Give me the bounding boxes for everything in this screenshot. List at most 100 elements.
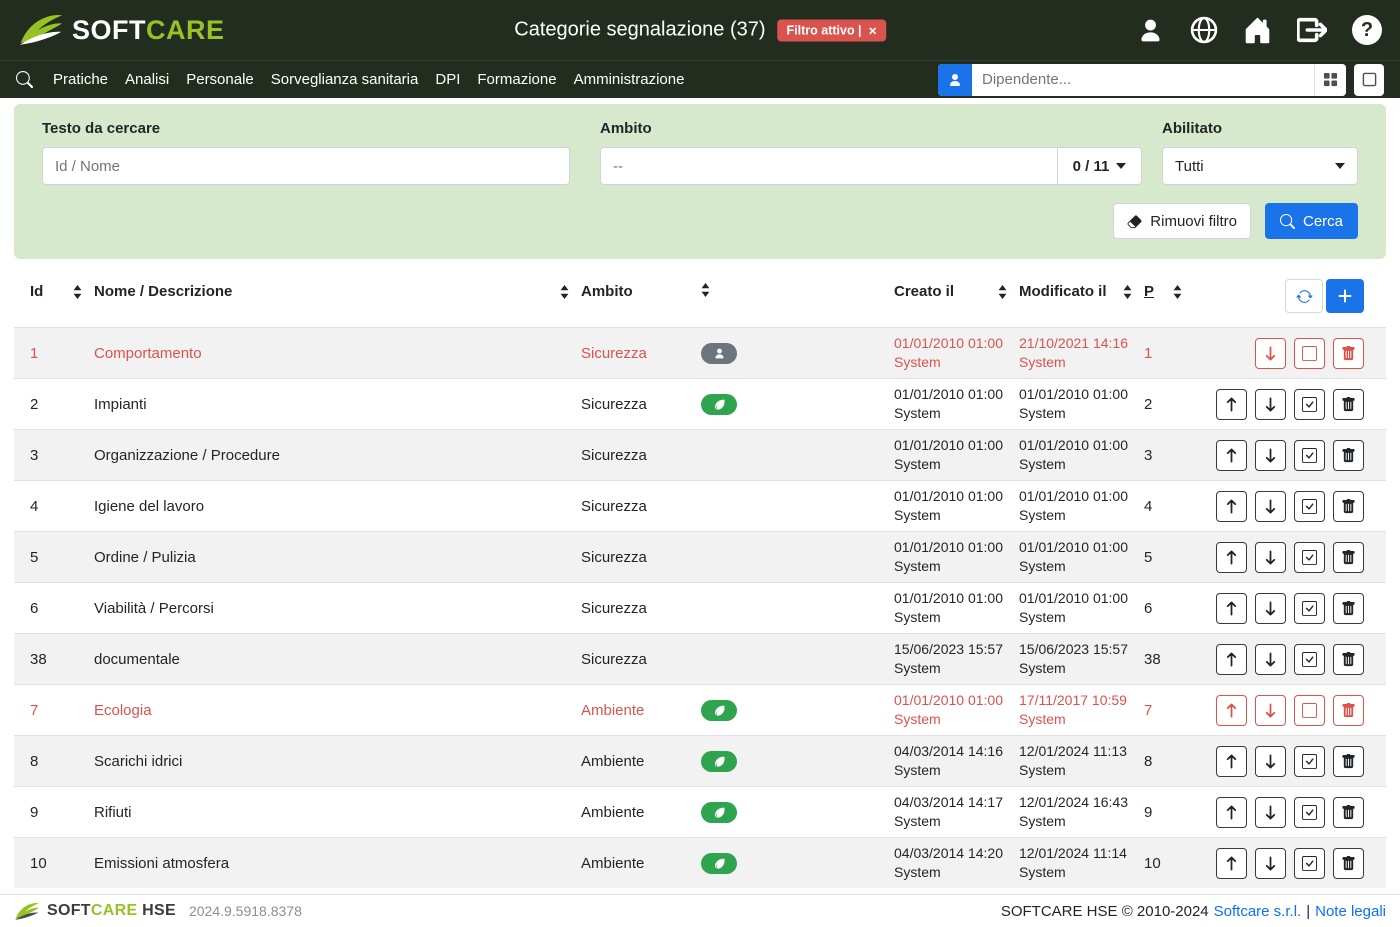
enabled-checkbox-button[interactable] [1294, 644, 1325, 675]
move-down-button[interactable] [1255, 746, 1286, 777]
modified-date: 01/01/2010 01:00 [1019, 538, 1132, 557]
enabled-checkbox-button[interactable] [1294, 746, 1325, 777]
move-down-button[interactable] [1255, 848, 1286, 879]
delete-button[interactable] [1333, 848, 1364, 879]
delete-button[interactable] [1333, 746, 1364, 777]
nav-item-analisi[interactable]: Analisi [125, 71, 169, 88]
language-icon[interactable] [1190, 16, 1218, 44]
row-name[interactable]: Ecologia [92, 685, 579, 736]
move-up-button[interactable] [1216, 797, 1247, 828]
company-link[interactable]: Softcare s.r.l. [1214, 903, 1302, 920]
logout-icon[interactable] [1297, 15, 1327, 45]
help-icon[interactable]: ? [1352, 15, 1382, 45]
legal-link[interactable]: Note legali [1315, 903, 1386, 920]
row-name[interactable]: Comportamento [92, 328, 579, 379]
enabled-checkbox-button[interactable] [1294, 797, 1325, 828]
sort-icon[interactable] [701, 283, 710, 297]
ambito-count-dropdown[interactable]: 0 / 11 [1058, 147, 1142, 185]
enabled-checkbox-button[interactable] [1294, 491, 1325, 522]
delete-button[interactable] [1333, 440, 1364, 471]
move-down-button[interactable] [1255, 695, 1286, 726]
row-name[interactable]: Rifiuti [92, 787, 579, 838]
filter-text-input[interactable] [42, 147, 570, 185]
filter-active-badge: Filtro attivo | × [778, 19, 886, 41]
enabled-checkbox-button[interactable] [1294, 389, 1325, 420]
table-header-row: Id Nome / Descrizione Ambito Creato il M… [14, 271, 1386, 328]
nav-item-dpi[interactable]: DPI [435, 71, 460, 88]
row-name[interactable]: Impianti [92, 379, 579, 430]
enabled-checkbox-button[interactable] [1294, 542, 1325, 573]
grid-view-button[interactable] [1314, 64, 1346, 96]
sort-icon[interactable] [998, 285, 1007, 299]
move-up-button[interactable] [1216, 593, 1247, 624]
delete-button[interactable] [1333, 695, 1364, 726]
delete-button[interactable] [1333, 797, 1364, 828]
enabled-checkbox-button[interactable] [1294, 338, 1325, 369]
employee-lookup-button[interactable] [938, 64, 972, 96]
ambito-select[interactable]: -- [600, 147, 1058, 185]
nav-item-sorveglianza-sanitaria[interactable]: Sorveglianza sanitaria [271, 71, 419, 88]
move-down-button[interactable] [1255, 491, 1286, 522]
filter-badge-close-icon[interactable]: × [869, 23, 877, 37]
move-down-button[interactable] [1255, 644, 1286, 675]
refresh-button[interactable] [1285, 279, 1323, 313]
move-up-button[interactable] [1216, 389, 1247, 420]
move-up-button[interactable] [1216, 644, 1247, 675]
sort-icon[interactable] [73, 285, 82, 299]
row-actions-cell [1192, 736, 1386, 787]
move-down-button[interactable] [1255, 440, 1286, 471]
abilitato-select[interactable]: Tutti [1162, 147, 1358, 185]
remove-filter-label: Rimuovi filtro [1150, 213, 1237, 230]
move-up-button[interactable] [1216, 491, 1247, 522]
sort-icon[interactable] [1173, 285, 1182, 299]
window-toggle-button[interactable] [1354, 64, 1384, 96]
row-name[interactable]: documentale [92, 634, 579, 685]
delete-button[interactable] [1333, 491, 1364, 522]
square-icon [1362, 72, 1377, 87]
move-down-button[interactable] [1255, 542, 1286, 573]
move-down-button[interactable] [1255, 593, 1286, 624]
delete-button[interactable] [1333, 389, 1364, 420]
add-category-button[interactable] [1326, 279, 1364, 313]
enabled-checkbox-button[interactable] [1294, 695, 1325, 726]
move-up-button[interactable] [1216, 542, 1247, 573]
modified-by: System [1019, 455, 1132, 474]
enabled-checkbox-button[interactable] [1294, 848, 1325, 879]
user-icon[interactable] [1136, 16, 1165, 45]
created-by: System [894, 761, 1007, 780]
row-created-cell: 01/01/2010 01:00System [892, 328, 1017, 379]
employee-search-input[interactable] [972, 64, 1314, 96]
move-down-button[interactable] [1255, 389, 1286, 420]
delete-button[interactable] [1333, 338, 1364, 369]
sort-icon[interactable] [560, 285, 569, 299]
search-button[interactable]: Cerca [1265, 203, 1358, 239]
app-logo[interactable]: SOFTCARE [18, 11, 225, 49]
remove-filter-button[interactable]: Rimuovi filtro [1113, 203, 1251, 239]
row-name[interactable]: Emissioni atmosfera [92, 838, 579, 889]
leaf-badge [701, 802, 737, 823]
nav-item-personale[interactable]: Personale [186, 71, 254, 88]
row-actions-cell [1192, 634, 1386, 685]
search-icon[interactable] [16, 71, 33, 88]
move-up-button[interactable] [1216, 848, 1247, 879]
delete-button[interactable] [1333, 593, 1364, 624]
home-icon[interactable] [1243, 16, 1272, 45]
row-name[interactable]: Ordine / Pulizia [92, 532, 579, 583]
move-up-button[interactable] [1216, 695, 1247, 726]
nav-item-pratiche[interactable]: Pratiche [53, 71, 108, 88]
move-down-button[interactable] [1255, 338, 1286, 369]
row-name[interactable]: Organizzazione / Procedure [92, 430, 579, 481]
delete-button[interactable] [1333, 542, 1364, 573]
move-down-button[interactable] [1255, 797, 1286, 828]
move-up-button[interactable] [1216, 440, 1247, 471]
move-up-button[interactable] [1216, 746, 1247, 777]
row-name[interactable]: Viabilità / Percorsi [92, 583, 579, 634]
enabled-checkbox-button[interactable] [1294, 593, 1325, 624]
row-name[interactable]: Igiene del lavoro [92, 481, 579, 532]
nav-item-amministrazione[interactable]: Amministrazione [574, 71, 685, 88]
enabled-checkbox-button[interactable] [1294, 440, 1325, 471]
row-name[interactable]: Scarichi idrici [92, 736, 579, 787]
delete-button[interactable] [1333, 644, 1364, 675]
sort-icon[interactable] [1123, 285, 1132, 299]
nav-item-formazione[interactable]: Formazione [477, 71, 556, 88]
